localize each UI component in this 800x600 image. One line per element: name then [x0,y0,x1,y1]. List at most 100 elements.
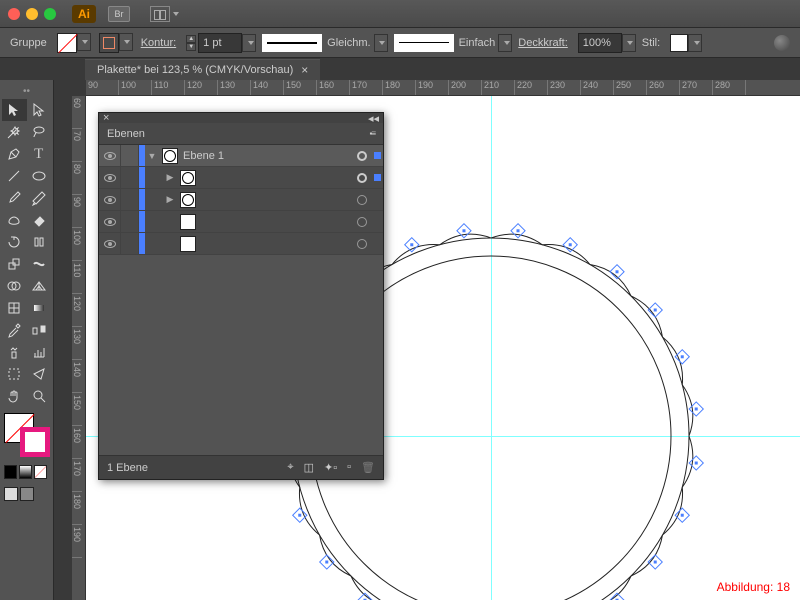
visibility-toggle[interactable] [99,145,121,166]
target-icon[interactable] [353,195,371,205]
opacity-label[interactable]: Deckkraft: [518,37,568,49]
visibility-toggle[interactable] [99,189,121,210]
layer-name[interactable]: Ebene 1 [181,150,353,162]
collapse-panel-icon[interactable]: ◂◂ [368,112,379,125]
artboard-tool[interactable] [2,363,27,385]
bridge-button[interactable]: Br [108,6,130,22]
layer-row[interactable]: ▶ [99,167,383,189]
lock-toggle[interactable] [121,233,139,254]
line-tool[interactable] [2,165,27,187]
layer-thumbnail[interactable] [162,148,178,164]
layer-row[interactable]: ▶ [99,189,383,211]
screen-mode-normal[interactable] [4,487,18,501]
layer-row[interactable]: ▼ Ebene 1 [99,145,383,167]
target-icon[interactable] [353,217,371,227]
direct-selection-tool[interactable] [27,99,52,121]
stroke-weight-input[interactable]: 1 pt [198,33,242,53]
opacity-dropdown[interactable] [622,34,636,52]
layer-thumbnail[interactable] [180,236,196,252]
magic-wand-tool[interactable] [2,121,27,143]
width-tool[interactable] [27,253,52,275]
locate-object-icon[interactable]: ⌖ [287,461,293,474]
rectangle-tool[interactable] [27,165,52,187]
zoom-tool[interactable] [27,385,52,407]
edit-contents-button[interactable] [774,35,790,51]
type-tool[interactable]: T [27,143,52,165]
panel-drag-bar[interactable]: × ◂◂ [99,113,383,123]
layer-thumbnail[interactable] [180,214,196,230]
vertical-ruler[interactable]: 60708090100110120130140150160170180190 [72,96,86,600]
delete-layer-icon[interactable]: 🗑 [361,461,375,474]
stroke-weight-stepper[interactable]: ▲▼ [186,35,196,51]
lock-toggle[interactable] [121,189,139,210]
style-swatch[interactable] [670,34,688,52]
layer-thumbnail[interactable] [180,170,196,186]
lock-toggle[interactable] [121,211,139,232]
expand-arrow[interactable]: ▼ [145,151,159,161]
target-icon[interactable] [353,173,371,183]
close-panel-icon[interactable]: × [103,112,109,124]
stroke-weight-dropdown[interactable] [242,34,256,52]
lock-toggle[interactable] [121,167,139,188]
symbol-sprayer-tool[interactable] [2,341,27,363]
reflect-tool[interactable] [27,231,52,253]
new-layer-icon[interactable]: ▫ [347,461,351,474]
arrange-documents-button[interactable] [140,6,179,22]
opacity-input[interactable]: 100% [578,33,622,53]
visibility-toggle[interactable] [99,211,121,232]
layers-panel[interactable]: × ◂◂ Ebenen ▪≡ ▼ Ebene 1 ▶ ▶ [98,112,384,480]
new-sublayer-icon[interactable]: ✦▫ [324,461,337,474]
visibility-toggle[interactable] [99,233,121,254]
lock-toggle[interactable] [121,145,139,166]
selection-tool[interactable] [2,99,27,121]
paintbrush-tool[interactable] [2,187,27,209]
eraser-tool[interactable] [27,209,52,231]
pencil-tool[interactable] [27,187,52,209]
hand-tool[interactable] [2,385,27,407]
color-mode-gradient[interactable] [19,465,32,479]
make-clipping-mask-icon[interactable]: ◫ [304,461,314,474]
layer-thumbnail[interactable] [180,192,196,208]
expand-arrow[interactable]: ▶ [163,194,177,205]
layer-row[interactable] [99,233,383,255]
graph-tool[interactable] [27,341,52,363]
mesh-tool[interactable] [2,297,27,319]
fill-swatch[interactable] [57,33,77,53]
window-minimize-button[interactable] [26,8,38,20]
stroke-swatch[interactable] [99,33,119,53]
eyedropper-tool[interactable] [2,319,27,341]
shape-builder-tool[interactable] [2,275,27,297]
panel-title[interactable]: Ebenen [107,128,145,140]
color-mode-fill[interactable] [4,465,17,479]
scale-tool[interactable] [2,253,27,275]
target-icon[interactable] [353,239,371,249]
expand-arrow[interactable]: ▶ [163,172,177,183]
fill-dropdown[interactable] [77,33,91,51]
panel-menu-icon[interactable]: ▪≡ [369,132,375,135]
document-tab[interactable]: Plakette* bei 123,5 % (CMYK/Vorschau) × [85,59,320,80]
stroke-dropdown[interactable] [119,33,133,51]
perspective-grid-tool[interactable] [27,275,52,297]
lasso-tool[interactable] [27,121,52,143]
style-dropdown[interactable] [688,34,702,52]
pen-tool[interactable] [2,143,27,165]
visibility-toggle[interactable] [99,167,121,188]
stroke-label[interactable]: Kontur: [141,37,176,49]
blend-tool[interactable] [27,319,52,341]
blob-brush-tool[interactable] [2,209,27,231]
close-tab-icon[interactable]: × [301,63,308,77]
fill-stroke-indicator[interactable] [4,413,52,457]
window-close-button[interactable] [8,8,20,20]
layer-row[interactable] [99,211,383,233]
slice-tool[interactable] [27,363,52,385]
screen-mode-full[interactable] [20,487,34,501]
horizontal-ruler[interactable]: 9010011012013014015016017018019020021022… [86,80,800,96]
color-mode-none[interactable] [34,465,47,479]
window-maximize-button[interactable] [44,8,56,20]
gradient-tool[interactable] [27,297,52,319]
profile-dropdown[interactable] [374,34,388,52]
target-icon[interactable] [353,151,371,161]
stroke-indicator[interactable] [20,427,50,457]
brush-dropdown[interactable] [498,34,512,52]
rotate-tool[interactable] [2,231,27,253]
